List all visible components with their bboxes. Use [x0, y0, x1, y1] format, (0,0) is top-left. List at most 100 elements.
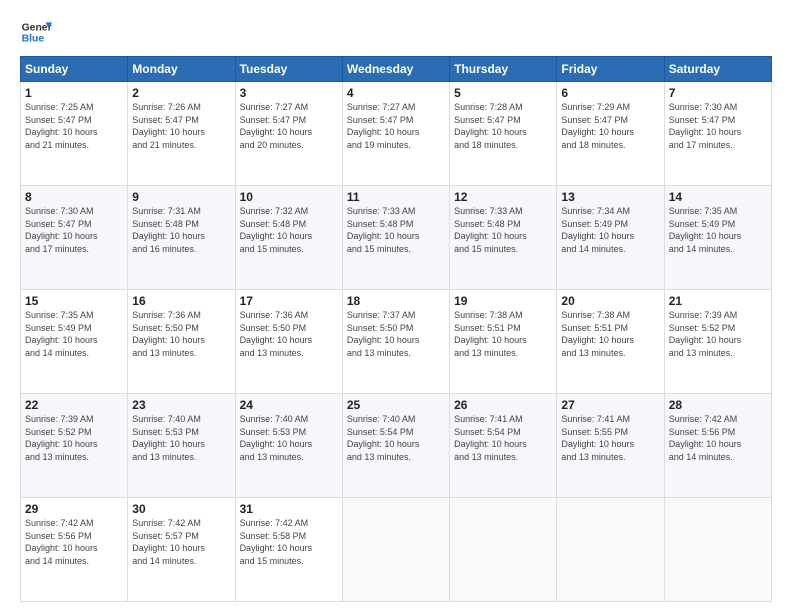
calendar-cell: 27Sunrise: 7:41 AM Sunset: 5:55 PM Dayli…	[557, 394, 664, 498]
calendar-cell: 14Sunrise: 7:35 AM Sunset: 5:49 PM Dayli…	[664, 186, 771, 290]
calendar-cell: 10Sunrise: 7:32 AM Sunset: 5:48 PM Dayli…	[235, 186, 342, 290]
weekday-header: Friday	[557, 57, 664, 82]
weekday-header: Monday	[128, 57, 235, 82]
day-info: Sunrise: 7:27 AM Sunset: 5:47 PM Dayligh…	[240, 101, 338, 151]
calendar-cell: 26Sunrise: 7:41 AM Sunset: 5:54 PM Dayli…	[450, 394, 557, 498]
day-info: Sunrise: 7:42 AM Sunset: 5:57 PM Dayligh…	[132, 517, 230, 567]
day-number: 15	[25, 294, 123, 308]
calendar-cell: 2Sunrise: 7:26 AM Sunset: 5:47 PM Daylig…	[128, 82, 235, 186]
calendar-cell: 25Sunrise: 7:40 AM Sunset: 5:54 PM Dayli…	[342, 394, 449, 498]
weekday-header: Wednesday	[342, 57, 449, 82]
calendar-week-row: 15Sunrise: 7:35 AM Sunset: 5:49 PM Dayli…	[21, 290, 772, 394]
day-number: 31	[240, 502, 338, 516]
calendar-cell	[342, 498, 449, 602]
weekday-header: Thursday	[450, 57, 557, 82]
day-number: 22	[25, 398, 123, 412]
calendar-cell: 9Sunrise: 7:31 AM Sunset: 5:48 PM Daylig…	[128, 186, 235, 290]
day-number: 26	[454, 398, 552, 412]
day-number: 27	[561, 398, 659, 412]
calendar-cell: 4Sunrise: 7:27 AM Sunset: 5:47 PM Daylig…	[342, 82, 449, 186]
calendar-header-row: SundayMondayTuesdayWednesdayThursdayFrid…	[21, 57, 772, 82]
calendar-cell: 13Sunrise: 7:34 AM Sunset: 5:49 PM Dayli…	[557, 186, 664, 290]
day-number: 8	[25, 190, 123, 204]
day-info: Sunrise: 7:41 AM Sunset: 5:55 PM Dayligh…	[561, 413, 659, 463]
day-number: 1	[25, 86, 123, 100]
calendar-cell: 7Sunrise: 7:30 AM Sunset: 5:47 PM Daylig…	[664, 82, 771, 186]
weekday-header: Saturday	[664, 57, 771, 82]
header: General Blue	[20, 16, 772, 48]
calendar-cell: 15Sunrise: 7:35 AM Sunset: 5:49 PM Dayli…	[21, 290, 128, 394]
calendar-cell: 1Sunrise: 7:25 AM Sunset: 5:47 PM Daylig…	[21, 82, 128, 186]
logo: General Blue	[20, 16, 52, 48]
day-number: 30	[132, 502, 230, 516]
day-number: 16	[132, 294, 230, 308]
day-info: Sunrise: 7:30 AM Sunset: 5:47 PM Dayligh…	[25, 205, 123, 255]
day-info: Sunrise: 7:34 AM Sunset: 5:49 PM Dayligh…	[561, 205, 659, 255]
day-info: Sunrise: 7:40 AM Sunset: 5:53 PM Dayligh…	[132, 413, 230, 463]
day-info: Sunrise: 7:26 AM Sunset: 5:47 PM Dayligh…	[132, 101, 230, 151]
day-number: 17	[240, 294, 338, 308]
day-number: 3	[240, 86, 338, 100]
day-info: Sunrise: 7:38 AM Sunset: 5:51 PM Dayligh…	[454, 309, 552, 359]
calendar-cell: 18Sunrise: 7:37 AM Sunset: 5:50 PM Dayli…	[342, 290, 449, 394]
day-info: Sunrise: 7:35 AM Sunset: 5:49 PM Dayligh…	[25, 309, 123, 359]
calendar-cell: 23Sunrise: 7:40 AM Sunset: 5:53 PM Dayli…	[128, 394, 235, 498]
page: General Blue SundayMondayTuesdayWednesda…	[0, 0, 792, 612]
day-number: 12	[454, 190, 552, 204]
day-info: Sunrise: 7:39 AM Sunset: 5:52 PM Dayligh…	[25, 413, 123, 463]
day-info: Sunrise: 7:39 AM Sunset: 5:52 PM Dayligh…	[669, 309, 767, 359]
day-info: Sunrise: 7:30 AM Sunset: 5:47 PM Dayligh…	[669, 101, 767, 151]
day-number: 14	[669, 190, 767, 204]
day-info: Sunrise: 7:40 AM Sunset: 5:54 PM Dayligh…	[347, 413, 445, 463]
calendar-cell: 3Sunrise: 7:27 AM Sunset: 5:47 PM Daylig…	[235, 82, 342, 186]
day-info: Sunrise: 7:41 AM Sunset: 5:54 PM Dayligh…	[454, 413, 552, 463]
calendar-cell: 5Sunrise: 7:28 AM Sunset: 5:47 PM Daylig…	[450, 82, 557, 186]
day-info: Sunrise: 7:36 AM Sunset: 5:50 PM Dayligh…	[132, 309, 230, 359]
day-info: Sunrise: 7:27 AM Sunset: 5:47 PM Dayligh…	[347, 101, 445, 151]
calendar-cell: 17Sunrise: 7:36 AM Sunset: 5:50 PM Dayli…	[235, 290, 342, 394]
day-info: Sunrise: 7:42 AM Sunset: 5:56 PM Dayligh…	[25, 517, 123, 567]
calendar-cell: 19Sunrise: 7:38 AM Sunset: 5:51 PM Dayli…	[450, 290, 557, 394]
day-number: 13	[561, 190, 659, 204]
calendar-cell: 22Sunrise: 7:39 AM Sunset: 5:52 PM Dayli…	[21, 394, 128, 498]
calendar-week-row: 29Sunrise: 7:42 AM Sunset: 5:56 PM Dayli…	[21, 498, 772, 602]
calendar-cell: 6Sunrise: 7:29 AM Sunset: 5:47 PM Daylig…	[557, 82, 664, 186]
calendar-cell: 28Sunrise: 7:42 AM Sunset: 5:56 PM Dayli…	[664, 394, 771, 498]
weekday-header: Sunday	[21, 57, 128, 82]
calendar-cell: 30Sunrise: 7:42 AM Sunset: 5:57 PM Dayli…	[128, 498, 235, 602]
day-info: Sunrise: 7:36 AM Sunset: 5:50 PM Dayligh…	[240, 309, 338, 359]
day-number: 23	[132, 398, 230, 412]
day-number: 5	[454, 86, 552, 100]
calendar-cell: 21Sunrise: 7:39 AM Sunset: 5:52 PM Dayli…	[664, 290, 771, 394]
calendar-cell	[450, 498, 557, 602]
day-number: 6	[561, 86, 659, 100]
calendar-cell: 24Sunrise: 7:40 AM Sunset: 5:53 PM Dayli…	[235, 394, 342, 498]
calendar-week-row: 8Sunrise: 7:30 AM Sunset: 5:47 PM Daylig…	[21, 186, 772, 290]
day-info: Sunrise: 7:38 AM Sunset: 5:51 PM Dayligh…	[561, 309, 659, 359]
day-number: 4	[347, 86, 445, 100]
day-info: Sunrise: 7:31 AM Sunset: 5:48 PM Dayligh…	[132, 205, 230, 255]
day-number: 2	[132, 86, 230, 100]
svg-text:Blue: Blue	[22, 34, 45, 45]
day-number: 28	[669, 398, 767, 412]
day-info: Sunrise: 7:33 AM Sunset: 5:48 PM Dayligh…	[454, 205, 552, 255]
day-info: Sunrise: 7:29 AM Sunset: 5:47 PM Dayligh…	[561, 101, 659, 151]
weekday-header: Tuesday	[235, 57, 342, 82]
calendar-cell: 31Sunrise: 7:42 AM Sunset: 5:58 PM Dayli…	[235, 498, 342, 602]
day-number: 24	[240, 398, 338, 412]
calendar-cell: 12Sunrise: 7:33 AM Sunset: 5:48 PM Dayli…	[450, 186, 557, 290]
calendar-cell: 11Sunrise: 7:33 AM Sunset: 5:48 PM Dayli…	[342, 186, 449, 290]
day-number: 9	[132, 190, 230, 204]
day-info: Sunrise: 7:42 AM Sunset: 5:58 PM Dayligh…	[240, 517, 338, 567]
calendar-cell	[664, 498, 771, 602]
day-number: 20	[561, 294, 659, 308]
day-info: Sunrise: 7:42 AM Sunset: 5:56 PM Dayligh…	[669, 413, 767, 463]
day-number: 21	[669, 294, 767, 308]
day-info: Sunrise: 7:40 AM Sunset: 5:53 PM Dayligh…	[240, 413, 338, 463]
calendar-week-row: 22Sunrise: 7:39 AM Sunset: 5:52 PM Dayli…	[21, 394, 772, 498]
calendar-cell: 16Sunrise: 7:36 AM Sunset: 5:50 PM Dayli…	[128, 290, 235, 394]
day-info: Sunrise: 7:32 AM Sunset: 5:48 PM Dayligh…	[240, 205, 338, 255]
calendar-cell: 8Sunrise: 7:30 AM Sunset: 5:47 PM Daylig…	[21, 186, 128, 290]
calendar-table: SundayMondayTuesdayWednesdayThursdayFrid…	[20, 56, 772, 602]
day-number: 25	[347, 398, 445, 412]
